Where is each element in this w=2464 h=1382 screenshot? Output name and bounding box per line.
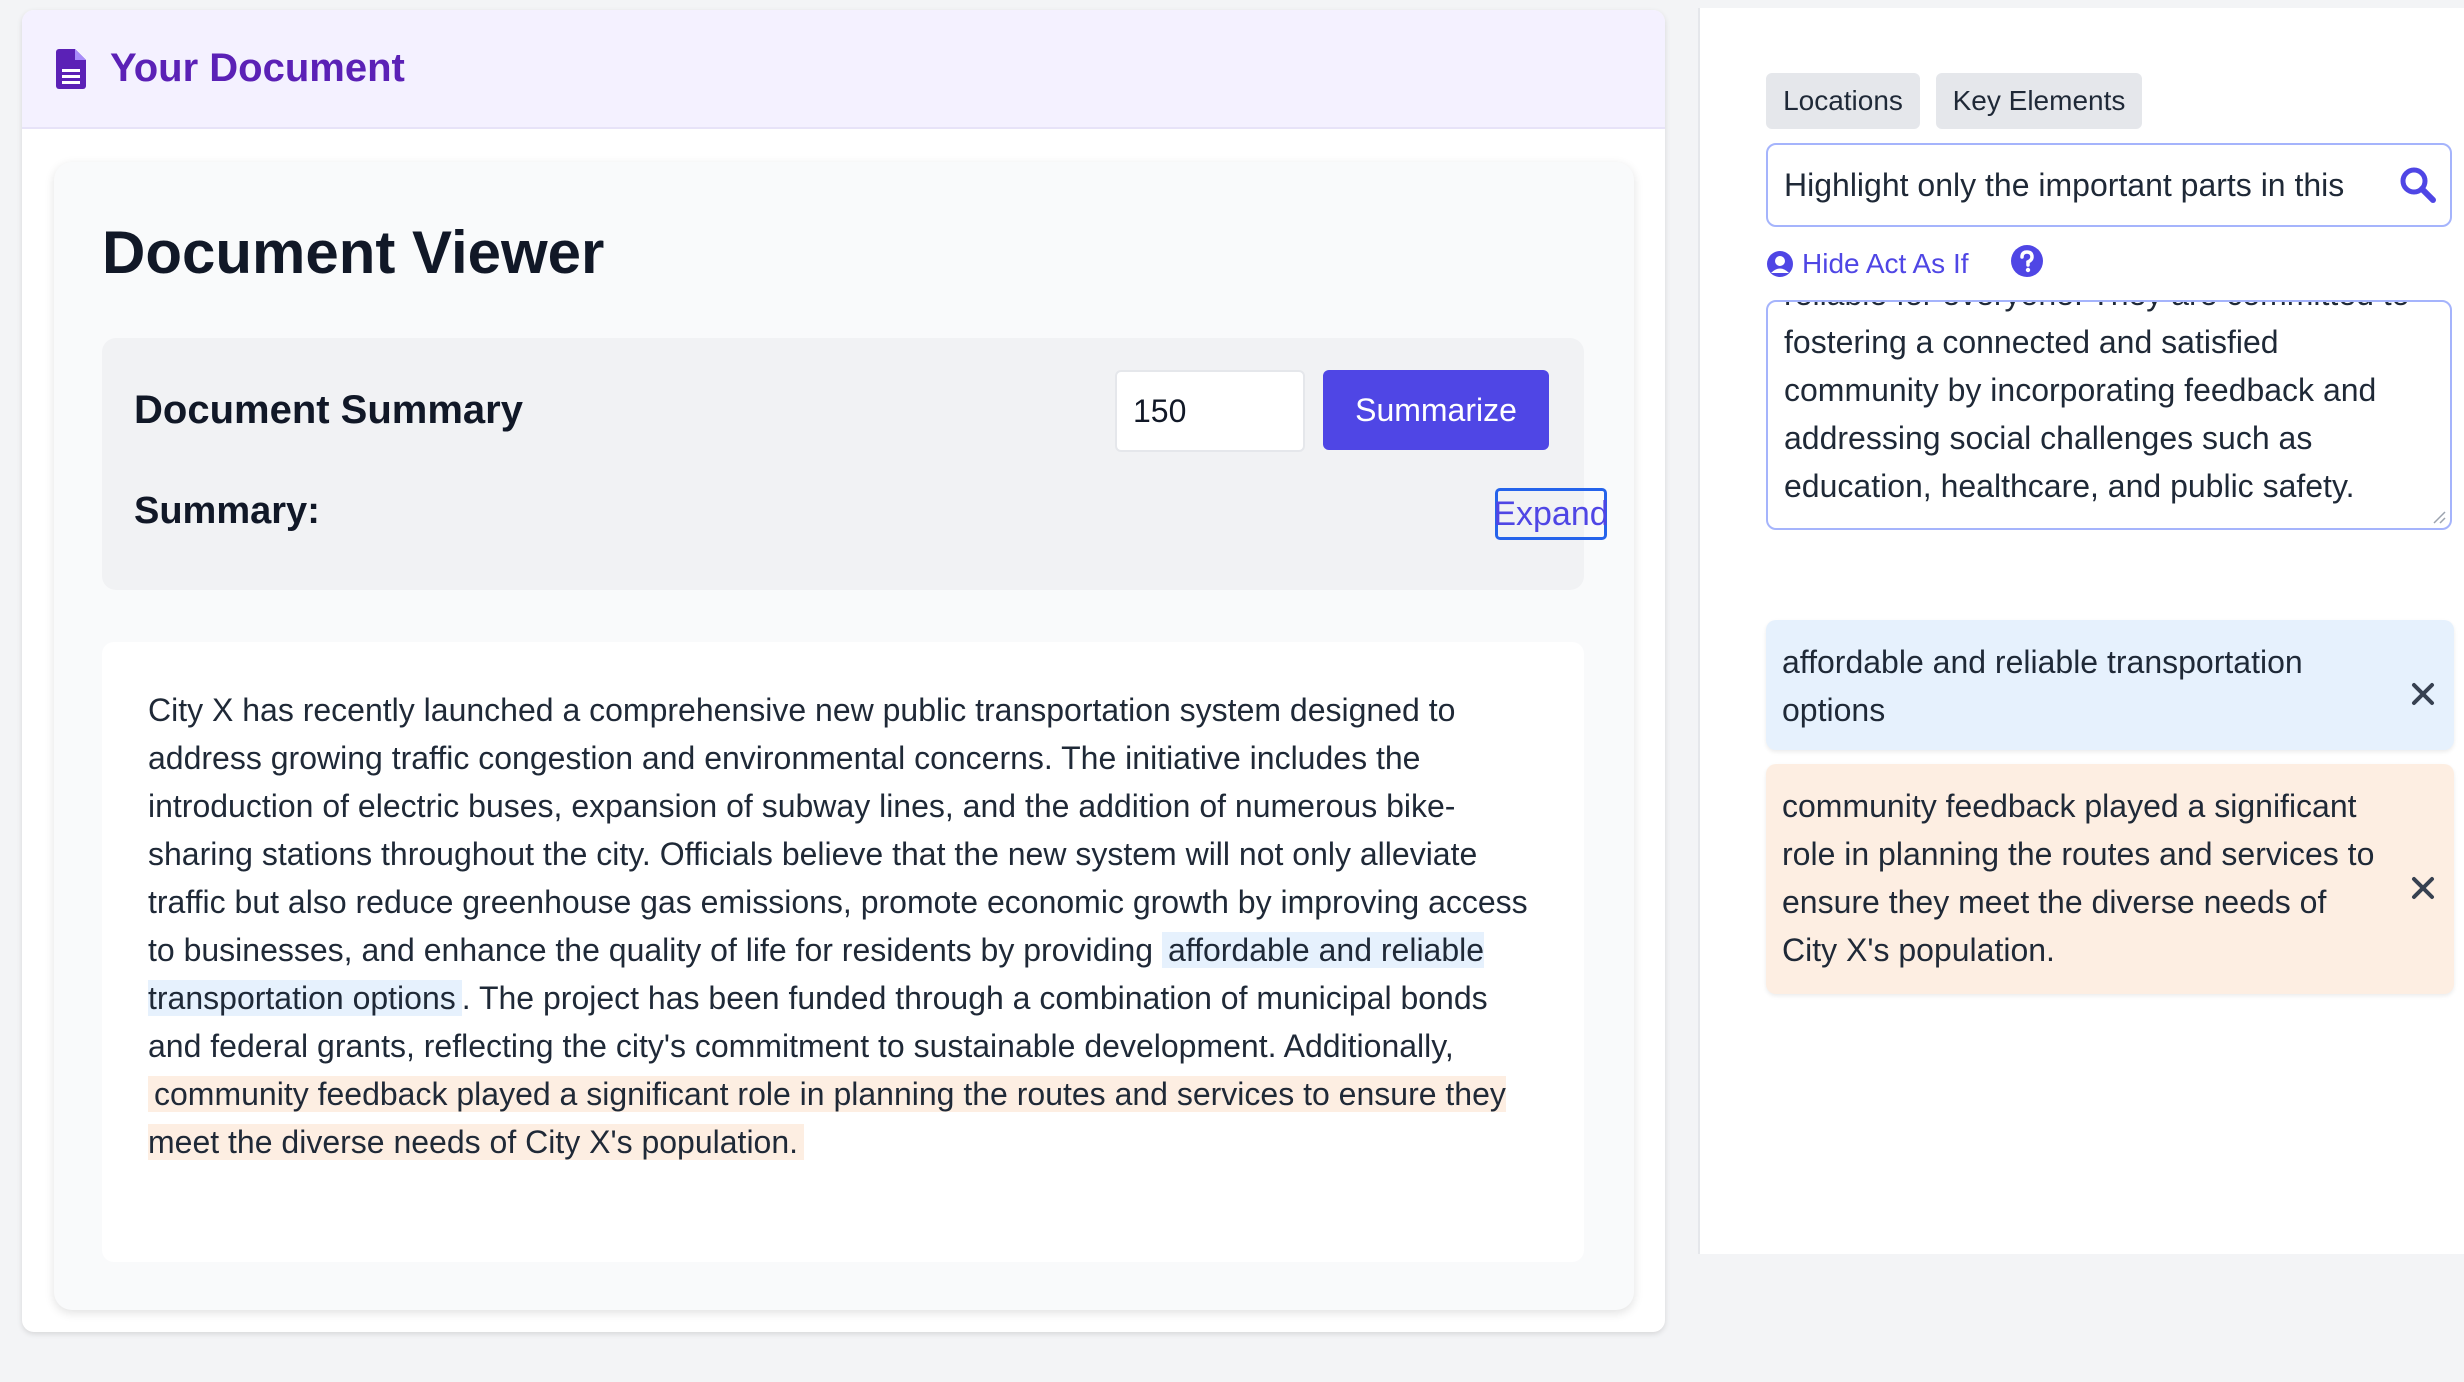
- summarize-button[interactable]: Summarize: [1323, 370, 1549, 450]
- resize-handle-icon[interactable]: [2430, 508, 2446, 524]
- highlight-card-transportation[interactable]: affordable and reliable transportation o…: [1766, 620, 2454, 750]
- summary-section: Document Summary Summarize Summary: Expa…: [102, 338, 1609, 590]
- highlight-span-community[interactable]: community feedback played a significant …: [148, 1076, 1506, 1160]
- document-icon: [56, 48, 86, 89]
- viewer-title: Document Viewer: [102, 219, 605, 286]
- hide-act-as-if-label: Hide Act As If: [1802, 248, 1969, 279]
- document-title: Your Document: [110, 46, 405, 90]
- summary-length-input[interactable]: [1115, 370, 1305, 452]
- document-body: City X has recently launched a comprehen…: [102, 642, 1584, 1262]
- expand-button[interactable]: Expand: [1493, 488, 1609, 540]
- close-icon[interactable]: [2410, 672, 2436, 705]
- document-header: Your Document: [22, 10, 1665, 129]
- sidebar-panel: Locations Key Elements Hide Act As If: [1698, 8, 2464, 1254]
- summary-heading: Document Summary: [134, 388, 523, 432]
- highlight-card-text: community feedback played a significant …: [1782, 788, 2375, 968]
- act-as-if-text: reliable for everyone. They are committe…: [1784, 302, 2409, 504]
- summary-label: Summary:: [134, 490, 320, 532]
- act-as-if-textarea[interactable]: reliable for everyone. They are committe…: [1766, 300, 2452, 530]
- user-circle-icon: [1766, 250, 1794, 278]
- highlight-card-text: affordable and reliable transportation o…: [1782, 644, 2303, 728]
- document-panel: Your Document Document Viewer Document S…: [22, 10, 1665, 1332]
- highlight-prompt-input[interactable]: [1768, 145, 2388, 225]
- search-icon[interactable]: [2398, 165, 2438, 205]
- highlight-search-box: [1766, 143, 2452, 227]
- tab-key-elements[interactable]: Key Elements: [1936, 73, 2142, 129]
- hide-act-as-if-toggle[interactable]: Hide Act As If: [1766, 244, 1969, 284]
- question-circle-icon[interactable]: [2010, 244, 2044, 278]
- tab-locations[interactable]: Locations: [1766, 73, 1920, 129]
- document-viewer-card: Document Viewer Document Summary Summari…: [54, 162, 1634, 1310]
- body-text: City X has recently launched a comprehen…: [148, 692, 1528, 968]
- close-icon[interactable]: [2410, 866, 2436, 899]
- highlight-card-community[interactable]: community feedback played a significant …: [1766, 764, 2454, 994]
